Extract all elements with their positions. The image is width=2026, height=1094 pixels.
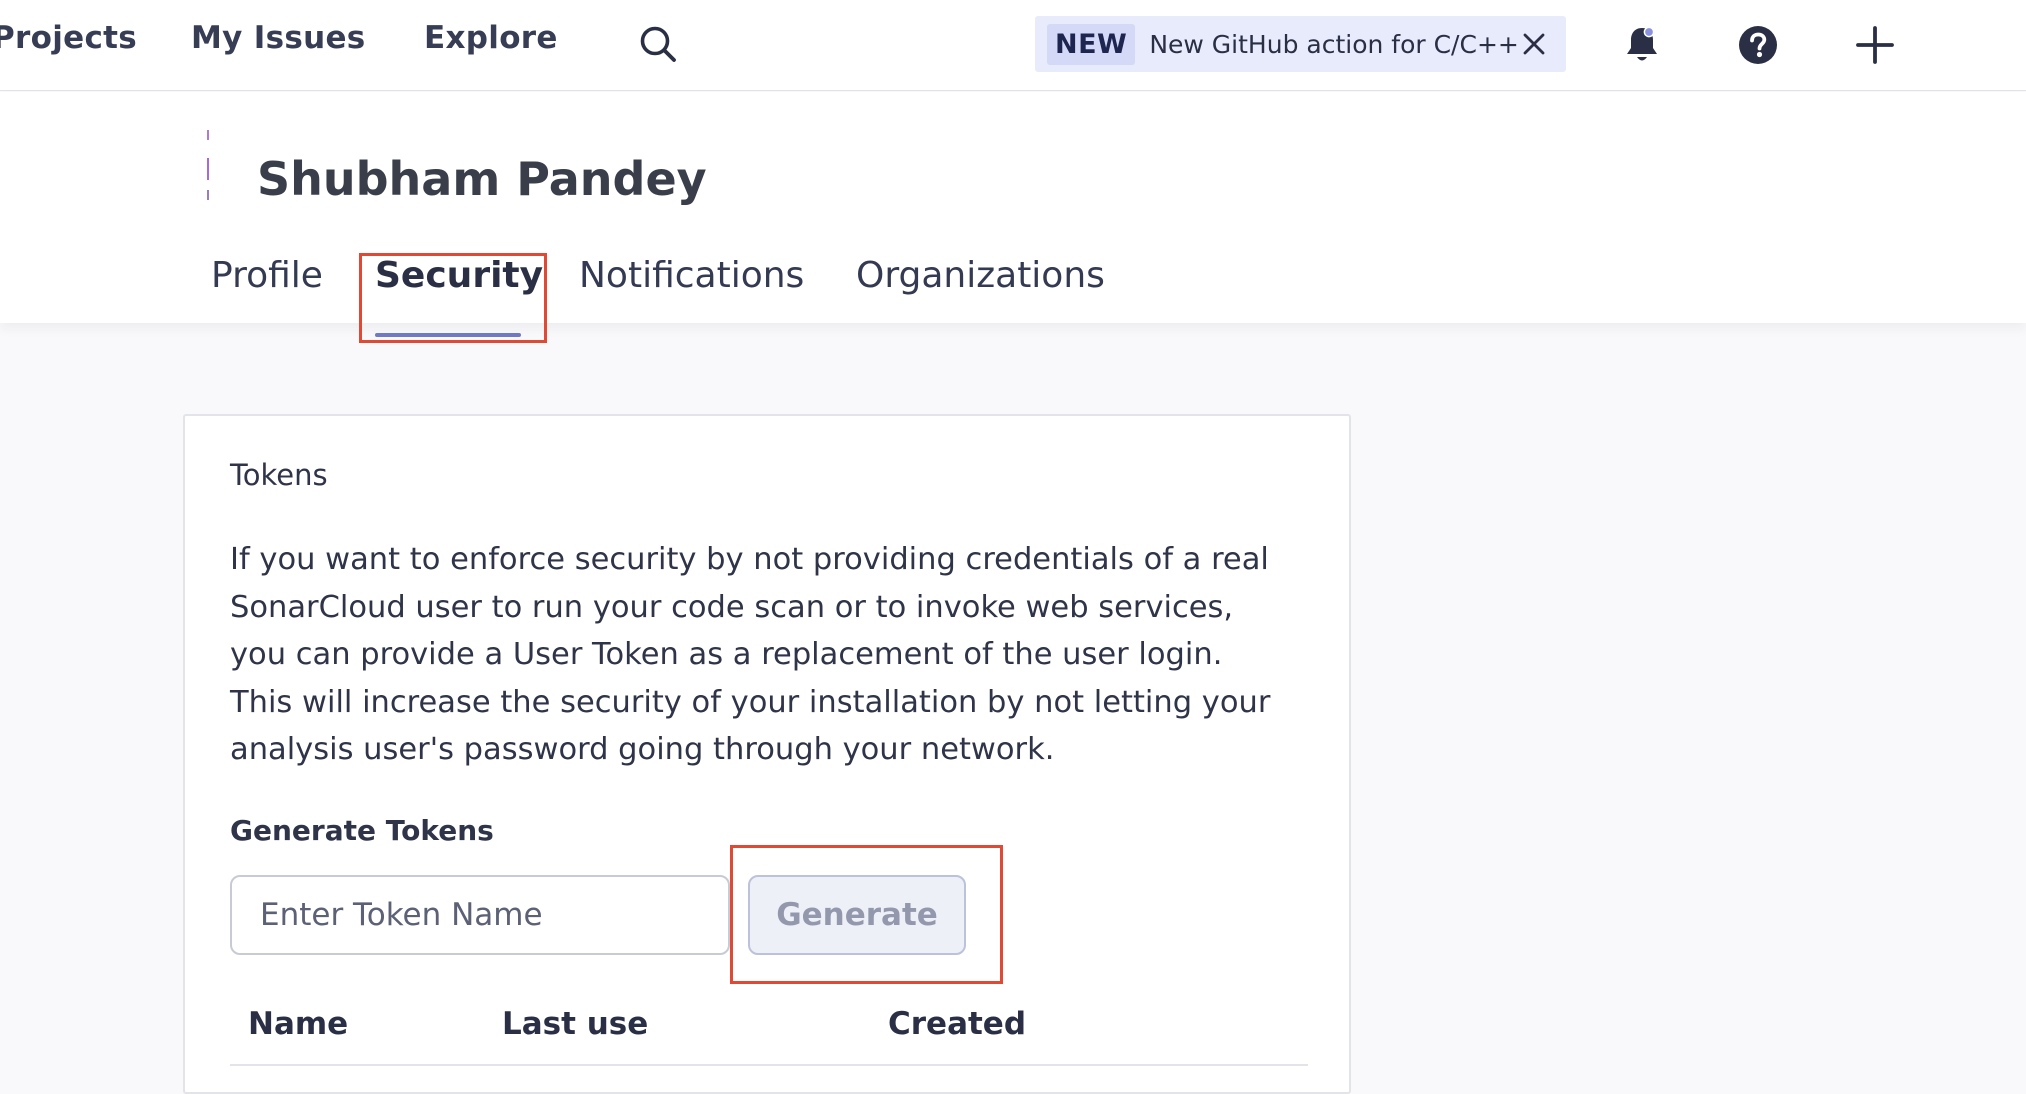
- tokens-description: If you want to enforce security by not p…: [230, 542, 1271, 767]
- search-button[interactable]: [636, 22, 680, 66]
- tab-organizations[interactable]: Organizations: [856, 255, 1105, 296]
- plus-icon: [1856, 26, 1894, 64]
- column-header-last-use: Last use: [502, 1006, 649, 1042]
- nav-explore-link[interactable]: Explore: [424, 20, 558, 56]
- announcement-text[interactable]: New GitHub action for C/C++: [1149, 30, 1519, 59]
- tokens-card: Tokens If you want to enforce security b…: [183, 414, 1351, 1094]
- notifications-button[interactable]: [1617, 20, 1667, 70]
- top-navigation-bar: Projects My Issues Explore NEW New GitHu…: [0, 0, 2026, 91]
- column-header-name: Name: [248, 1006, 349, 1042]
- help-button[interactable]: [1733, 20, 1783, 70]
- nav-projects-link[interactable]: Projects: [0, 20, 137, 56]
- announcement-close-button[interactable]: [1520, 30, 1548, 58]
- avatar: [207, 130, 210, 200]
- help-icon: [1739, 26, 1777, 64]
- generate-button[interactable]: Generate: [748, 875, 966, 955]
- bell-icon: [1627, 26, 1657, 61]
- active-tab-indicator: [375, 333, 521, 337]
- close-icon: [1523, 33, 1545, 55]
- tab-profile[interactable]: Profile: [211, 255, 323, 296]
- tab-notifications[interactable]: Notifications: [579, 255, 804, 296]
- generate-tokens-label: Generate Tokens: [230, 814, 494, 847]
- search-icon: [640, 26, 676, 62]
- column-header-created: Created: [888, 1006, 1027, 1042]
- create-button[interactable]: [1850, 20, 1900, 70]
- announcement-banner[interactable]: NEW New GitHub action for C/C++: [1035, 16, 1566, 72]
- table-header-divider: [230, 1064, 1308, 1066]
- nav-my-issues-link[interactable]: My Issues: [191, 20, 366, 56]
- account-header: Shubham Pandey Profile Security Notifica…: [0, 92, 2026, 323]
- tokens-title: Tokens: [230, 458, 328, 492]
- page-title: Shubham Pandey: [257, 152, 707, 206]
- tab-security[interactable]: Security: [375, 255, 543, 296]
- token-name-input[interactable]: [230, 875, 730, 955]
- new-badge: NEW: [1047, 23, 1136, 65]
